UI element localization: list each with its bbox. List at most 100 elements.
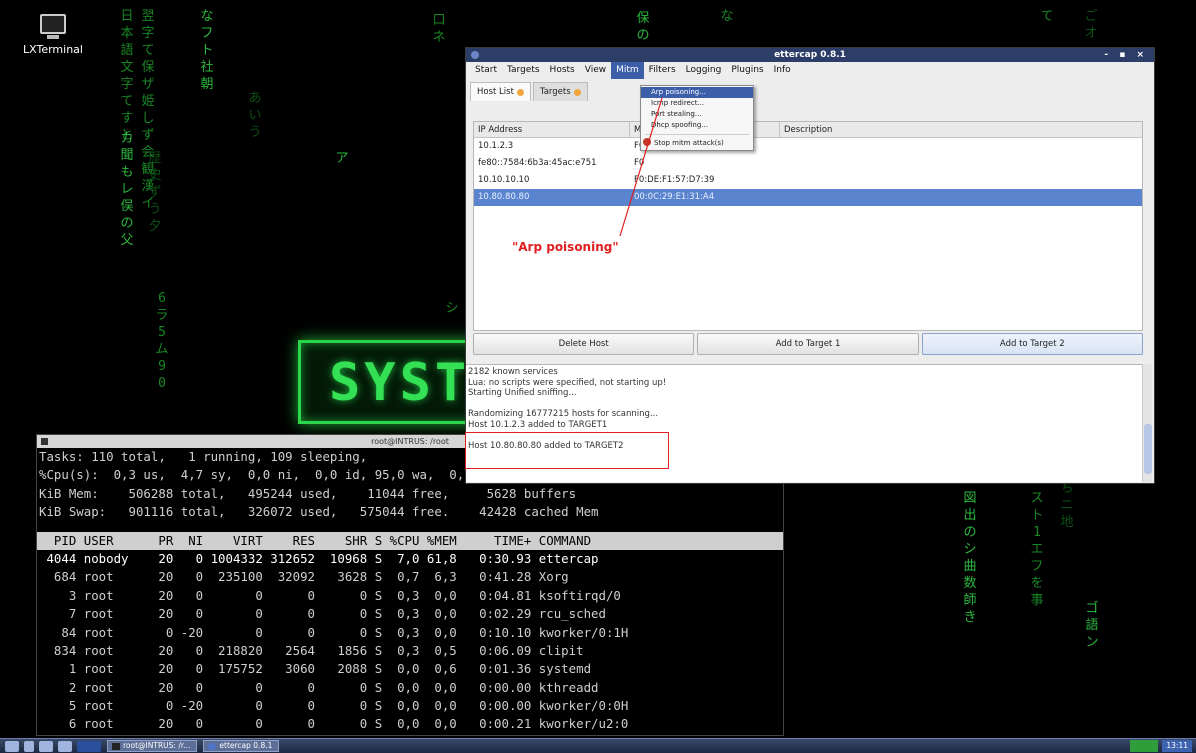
matrix-rain: あいう [248,91,262,140]
process-row: 6 root 20 0 0 0 0 S 0,0 0,0 0:00.21 kwor… [39,716,629,732]
matrix-rain: ゴ語ン [1085,601,1099,650]
mitm-dropdown-menu: Arp poisoning... Icmp redirect... Port s… [640,85,754,151]
taskbar-task-terminal[interactable]: root@INTRUS: /r... [107,740,198,752]
menu-start-icon[interactable] [5,740,19,752]
process-row: 5 root 0 -20 0 0 0 S 0,0 0,0 0:00.00 kwo… [39,698,629,714]
host-mac: F0:DE:F1:57:D7:39 [634,175,715,185]
menu-item-dhcp-spoofing[interactable]: Dhcp spoofing... [641,120,753,131]
lxterminal-desktop-icon[interactable]: LXTerminal [18,14,88,56]
menu-item-arp-poisoning[interactable]: Arp poisoning... [641,87,753,98]
clock[interactable]: 13:11 [1162,740,1192,752]
ettercap-icon [208,742,217,750]
stop-icon [643,138,651,146]
menu-separator [645,134,749,135]
system-sign-text: SYST [329,353,471,413]
menu-view[interactable]: View [580,62,611,79]
cpu-monitor-icon[interactable] [1130,740,1159,752]
system-tray: 13:11 [1130,739,1196,753]
desktop-icon-label: LXTerminal [23,43,83,56]
terminal-icon [112,742,120,750]
menubar: Start Targets Hosts View Mitm Filters Lo… [466,62,1154,79]
terminal-title: root@INTRUS: /root [371,437,449,446]
menu-item-port-stealing[interactable]: Port stealing... [641,109,753,120]
host-ip: 10.1.2.3 [478,141,514,151]
process-row: 3 root 20 0 0 0 0 S 0,3 0,0 0:04.81 ksof… [39,587,621,603]
minimize-all-icon[interactable] [24,740,34,752]
column-header-ip[interactable]: IP Address [474,122,630,137]
menu-info[interactable]: Info [769,62,796,79]
annotation-highlight-box [465,432,669,469]
table-row-selected[interactable]: 10.80.80.80 00:0C:29:E1:31:A4 [474,189,1142,206]
menu-mitm[interactable]: Mitm [611,62,644,79]
menu-start[interactable]: Start [470,62,502,79]
table-row[interactable]: fe80::7584:6b3a:45ac:e751 F0 [474,155,1142,172]
menu-logging[interactable]: Logging [681,62,727,79]
menu-hosts[interactable]: Hosts [545,62,580,79]
matrix-rain: 歴史ずう夕 [148,151,162,234]
process-row: 4044 nobody 20 0 1004332 312652 10968 S … [39,550,599,566]
host-mac: F0 [634,158,645,168]
host-ip: 10.80.80.80 [478,192,530,202]
ettercap-icon [471,51,479,59]
host-actions: Delete Host Add to Target 1 Add to Targe… [473,333,1143,355]
top-summary-line: KiB Swap: 901116 total, 326072 used, 575… [39,504,599,520]
close-tab-icon[interactable] [573,88,581,96]
matrix-rain: スト1エフを事 [1030,491,1044,608]
matrix-rain: な [720,9,734,24]
process-row: 1 root 20 0 175752 3060 2088 S 0,0 0,6 0… [39,661,592,677]
host-ip: fe80::7584:6b3a:45ac:e751 [478,158,597,168]
menu-item-label: Stop mitm attack(s) [654,139,724,147]
tab-host-list[interactable]: Host List [470,82,531,101]
log-line: 2182 known services [468,367,558,377]
delete-host-button[interactable]: Delete Host [473,333,695,355]
process-row: 2 root 20 0 0 0 0 S 0,0 0,0 0:00.00 kthr… [39,679,599,695]
browser-icon[interactable] [58,740,72,752]
matrix-rain: カ聞もレ俣の父 [120,131,134,248]
process-table-header: PID USER PR NI VIRT RES SHR S %CPU %MEM … [37,531,783,550]
tab-label: Targets [539,87,571,97]
menu-item-icmp-redirect[interactable]: Icmp redirect... [641,98,753,109]
add-to-target1-button[interactable]: Add to Target 1 [697,333,919,355]
column-header-description[interactable]: Description [780,122,1142,137]
tab-targets[interactable]: Targets [532,82,588,101]
terminal-icon [41,438,48,445]
tab-label: Host List [477,87,514,97]
scrollbar-thumb[interactable] [1144,424,1152,474]
task-label: root@INTRUS: /r... [123,741,191,750]
window-controls[interactable]: - ▪ × [1104,48,1148,62]
ettercap-window[interactable]: ettercap 0.8.1 - ▪ × Start Targets Hosts… [465,47,1155,484]
menu-filters[interactable]: Filters [644,62,681,79]
host-mac: 00:0C:29:E1:31:A4 [634,192,715,202]
log-line: Randomizing 16777215 hosts for scanning.… [468,409,659,419]
process-row: 7 root 20 0 0 0 0 S 0,3 0,0 0:02.29 rcu_… [39,606,606,622]
close-tab-icon[interactable] [516,88,524,96]
table-row[interactable]: 10.1.2.3 F0 [474,138,1142,155]
host-list-table[interactable]: IP Address MAC Address Description 10.1.… [473,121,1143,331]
top-summary-line: KiB Mem: 506288 total, 495244 used, 1104… [39,485,577,501]
menu-targets[interactable]: Targets [502,62,545,79]
taskbar: root@INTRUS: /r... ettercap 0.8.1 13:11 [0,738,1196,753]
table-row[interactable]: 10.10.10.10 F0:DE:F1:57:D7:39 [474,172,1142,189]
menu-plugins[interactable]: Plugins [726,62,768,79]
host-ip: 10.10.10.10 [478,175,530,185]
window-title: ettercap 0.8.1 [774,50,846,60]
file-manager-icon[interactable] [39,740,53,752]
taskbar-task-ettercap[interactable]: ettercap 0.8.1 [203,740,280,752]
matrix-rain: 口ネ [432,13,446,45]
add-to-target2-button[interactable]: Add to Target 2 [921,333,1143,355]
console-scrollbar[interactable] [1142,364,1152,482]
system-sign: SYST [298,340,488,424]
process-row: 84 root 0 -20 0 0 0 S 0,3 0,0 0:10.10 kw… [39,624,629,640]
ettercap-titlebar[interactable]: ettercap 0.8.1 - ▪ × [466,48,1154,62]
matrix-rain: ちニ地 [1060,481,1074,530]
matrix-rain: 6ラ5ム90 [155,291,169,391]
menu-item-stop-mitm[interactable]: Stop mitm attack(s) [641,138,753,149]
log-line: Lua: no scripts were specified, not star… [468,377,667,388]
table-header: IP Address MAC Address Description [474,122,1142,138]
desktop-switch-icon[interactable] [77,740,101,752]
matrix-rain: 保の [636,11,650,43]
matrix-rain: なフト社朝 [200,9,214,92]
matrix-rain: シ [445,301,459,316]
matrix-rain: 図出のシ曲数師き [963,491,977,625]
